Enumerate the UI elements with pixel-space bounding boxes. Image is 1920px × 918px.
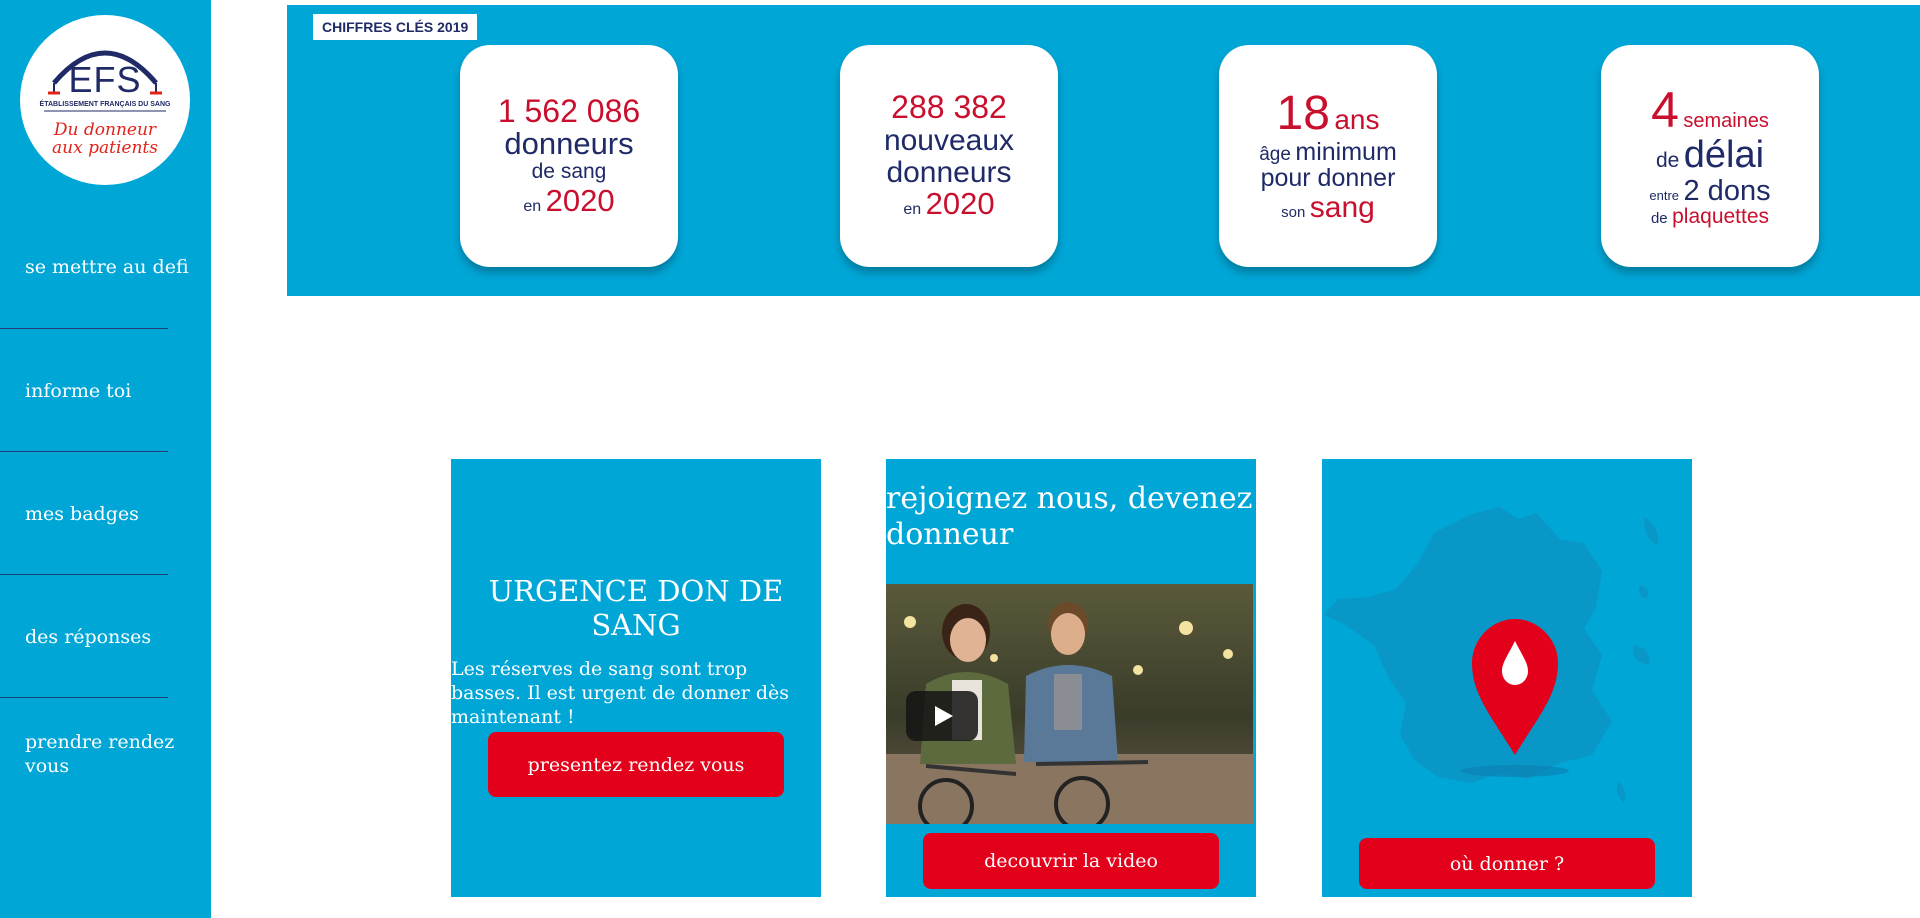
stat-value-line: 4 semaines bbox=[1651, 81, 1769, 138]
stat-label: âge bbox=[1259, 144, 1291, 166]
sidebar-item-mes-badges[interactable]: mes badges bbox=[0, 452, 211, 575]
stat-value-line: 18 ans bbox=[1276, 86, 1380, 140]
stat-card-nouveaux-donneurs: 288 382 nouveaux donneurs en 2020 bbox=[840, 45, 1058, 267]
stat-card-donneurs: 1 562 086 donneurs de sang en 2020 bbox=[460, 45, 678, 267]
stat-unit: ans bbox=[1334, 103, 1380, 135]
stat-year-line: en 2020 bbox=[903, 186, 995, 222]
stat-label: entre bbox=[1649, 187, 1680, 203]
sidebar-item-label: se mettre au defi bbox=[25, 255, 189, 278]
stat-highlight: plaquettes bbox=[1672, 205, 1770, 229]
sidebar-item-label: des réponses bbox=[25, 625, 152, 648]
stat-label: son bbox=[1281, 203, 1306, 221]
france-map-icon bbox=[1324, 507, 1659, 803]
stat-highlight: délai bbox=[1683, 134, 1765, 177]
stat-label: pour donner bbox=[1260, 164, 1396, 193]
key-figures-banner: CHIFFRES CLÉS 2019 1 562 086 donneurs de… bbox=[287, 5, 1920, 296]
stat-label: de bbox=[1655, 149, 1680, 173]
decouvrir-la-video-button[interactable]: decouvrir la video bbox=[923, 833, 1219, 889]
presentez-rendez-vous-button[interactable]: presentez rendez vous bbox=[488, 732, 784, 797]
efs-logo[interactable]: EFS ÉTABLISSEMENT FRANÇAIS DU SANG Du do… bbox=[20, 15, 190, 185]
stat-value: 4 bbox=[1651, 81, 1679, 138]
stat-label-line: entre 2 dons bbox=[1649, 176, 1770, 206]
sidebar-item-des-reponses[interactable]: des réponses bbox=[0, 575, 211, 698]
key-figures-tag: CHIFFRES CLÉS 2019 bbox=[313, 14, 478, 40]
stat-value: 1 562 086 bbox=[497, 92, 641, 129]
video-player[interactable] bbox=[886, 584, 1253, 824]
stat-year: 2020 bbox=[545, 182, 615, 218]
stat-label-line: âge minimum bbox=[1259, 139, 1397, 165]
sidebar-item-label: mes badges bbox=[25, 502, 139, 525]
stat-year-line: en 2020 bbox=[523, 182, 615, 218]
stat-label: donneurs bbox=[504, 126, 634, 162]
stat-unit: semaines bbox=[1683, 109, 1769, 132]
ou-donner-button[interactable]: où donner ? bbox=[1359, 838, 1655, 889]
logo-brand: EFS bbox=[68, 59, 142, 100]
stat-label: minimum bbox=[1295, 138, 1397, 167]
stat-label-line: son sang bbox=[1281, 190, 1375, 224]
stat-label: donneurs bbox=[886, 155, 1012, 189]
urgence-card: URGENCE DON DE SANG Les réserves de sang… bbox=[451, 459, 821, 897]
map-card: où donner ? bbox=[1322, 459, 1692, 897]
sidebar-item-label: informe toi bbox=[25, 379, 132, 402]
logo-tagline: Du donneur aux patients bbox=[20, 121, 190, 157]
stat-label-line: de plaquettes bbox=[1651, 206, 1769, 228]
stat-label: en bbox=[523, 197, 542, 215]
video-card: rejoignez nous, devenez donneur decouvri… bbox=[886, 459, 1256, 897]
stat-label: nouveaux bbox=[883, 124, 1015, 158]
stat-card-delai-plaquettes: 4 semaines de délai entre 2 dons de plaq… bbox=[1601, 45, 1819, 267]
sidebar-item-se-mettre-au-defi[interactable]: se mettre au defi bbox=[0, 205, 211, 328]
stat-label: 2 dons bbox=[1683, 174, 1771, 207]
stat-label: de sang bbox=[531, 159, 607, 183]
video-card-title: rejoignez nous, devenez donneur bbox=[886, 481, 1253, 552]
logo-tagline-line-2: aux patients bbox=[52, 138, 158, 158]
sidebar-item-label: prendre rendez vous bbox=[25, 731, 175, 777]
urgence-title: URGENCE DON DE SANG bbox=[488, 574, 784, 642]
stat-highlight: sang bbox=[1309, 190, 1375, 224]
logo-subtitle: ÉTABLISSEMENT FRANÇAIS DU SANG bbox=[39, 101, 171, 108]
stat-label: en bbox=[903, 201, 922, 219]
urgence-text: Les réserves de sang sont trop basses. I… bbox=[451, 658, 790, 728]
stat-year: 2020 bbox=[925, 186, 995, 222]
sidebar-item-informe-toi[interactable]: informe toi bbox=[0, 329, 211, 452]
stat-value: 18 bbox=[1276, 86, 1330, 140]
stat-card-age-minimum: 18 ans âge minimum pour donner son sang bbox=[1219, 45, 1437, 267]
stat-label: de bbox=[1650, 210, 1668, 228]
sidebar-item-prendre-rendez-vous[interactable]: prendre rendez vous bbox=[0, 698, 211, 821]
stat-value: 288 382 bbox=[891, 89, 1007, 126]
play-icon[interactable] bbox=[906, 691, 978, 741]
stat-label-line: de délai bbox=[1655, 134, 1765, 177]
logo-tagline-line-1: Du donneur bbox=[53, 120, 157, 140]
sidebar: EFS ÉTABLISSEMENT FRANÇAIS DU SANG Du do… bbox=[0, 0, 211, 918]
